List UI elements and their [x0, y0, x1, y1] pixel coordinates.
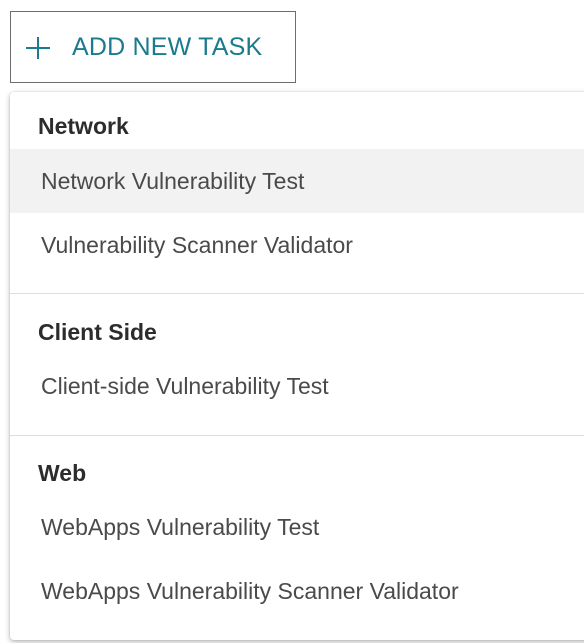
- menu-divider: [10, 293, 584, 294]
- group-header-client-side: Client Side: [38, 319, 157, 345]
- menu-item-network-vulnerability-test[interactable]: Network Vulnerability Test: [10, 149, 584, 213]
- menu-item-vulnerability-scanner-validator[interactable]: Vulnerability Scanner Validator: [10, 213, 584, 277]
- menu-divider: [10, 435, 584, 436]
- menu-item-webapps-vulnerability-test[interactable]: WebApps Vulnerability Test: [10, 495, 584, 559]
- plus-icon: [26, 35, 50, 59]
- add-new-task-label: ADD NEW TASK: [72, 32, 263, 61]
- menu-item-client-side-vulnerability-test[interactable]: Client-side Vulnerability Test: [10, 354, 584, 418]
- group-header-web: Web: [38, 460, 87, 486]
- group-header-network: Network: [38, 113, 129, 139]
- task-type-menu: Network Network Vulnerability Test Vulne…: [10, 92, 584, 640]
- add-new-task-button[interactable]: ADD NEW TASK: [10, 11, 296, 83]
- menu-item-webapps-vulnerability-scanner-validator[interactable]: WebApps Vulnerability Scanner Validator: [10, 559, 584, 623]
